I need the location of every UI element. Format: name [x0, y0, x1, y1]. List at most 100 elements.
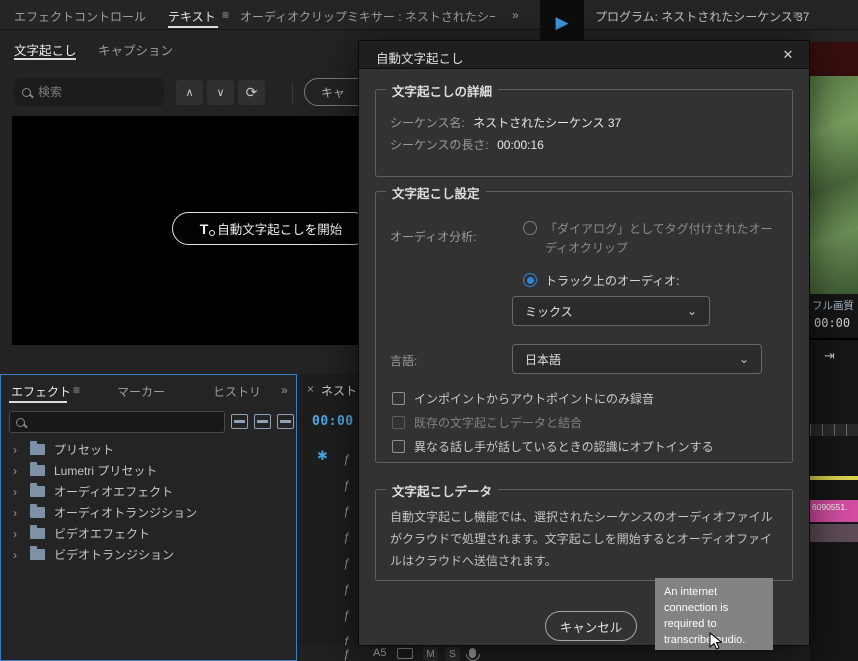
radio-unselected-icon[interactable] — [523, 221, 537, 235]
tree-item-audio-transitions[interactable]: › オーディオトランジション — [1, 502, 296, 523]
chevron-right-icon[interactable]: › — [13, 485, 21, 499]
tab-audio-clip-mixer[interactable]: オーディオクリップミキサー : ネストされたシーケ — [240, 8, 495, 25]
checkbox-icon[interactable] — [392, 392, 405, 405]
program-timecode[interactable]: 00:00 — [814, 316, 850, 330]
chevron-down-icon: ⌄ — [686, 304, 697, 318]
timeline-tab-close-icon[interactable]: × — [307, 382, 314, 396]
tree-item-presets[interactable]: › プリセット — [1, 439, 296, 460]
sequence-length-label: シーケンスの長さ: — [390, 138, 489, 152]
snap-icon[interactable]: ✱ — [317, 448, 328, 464]
radio-selected-icon[interactable] — [523, 273, 537, 287]
go-to-out-icon[interactable]: ⇥ — [824, 348, 835, 364]
checkbox-merge-existing[interactable]: 既存の文字起こしデータと結合 — [392, 414, 582, 431]
checkbox-icon[interactable] — [392, 416, 405, 429]
tree-item-label: Lumetri プリセット — [54, 464, 158, 478]
dialog-title-bar[interactable]: 自動文字起こし ✕ — [359, 41, 809, 69]
cancel-button[interactable]: キャンセル — [545, 611, 637, 641]
track-audio-dropdown-value: ミックス — [525, 304, 573, 319]
panel-overflow-chevron-icon[interactable]: » — [512, 8, 519, 22]
tree-item-label: プリセット — [54, 443, 115, 457]
find-next-button[interactable]: ∨ — [207, 80, 234, 105]
effects-panel-menu-icon[interactable]: ≡ — [73, 383, 80, 397]
tab-text[interactable]: テキスト — [168, 8, 216, 25]
dialog-close-button[interactable]: ✕ — [777, 45, 799, 65]
timeline-clip-gray[interactable] — [810, 524, 858, 542]
panel-menu-icon[interactable]: ≡ — [222, 8, 229, 22]
details-group-legend: 文字起こしの詳細 — [386, 81, 499, 100]
solo-track-button[interactable]: S — [445, 647, 460, 661]
fx-badge-icon: ƒ — [343, 556, 350, 570]
timeline-panel-sliver: × ネスト... 00:00 ✱ ƒ ƒ ƒ ƒ ƒ ƒ ƒ ƒ — [297, 374, 367, 661]
timeline-ruler[interactable] — [810, 424, 858, 436]
chevron-right-icon[interactable]: › — [13, 506, 21, 520]
sequence-length-row: シーケンスの長さ: 00:00:16 — [390, 136, 544, 153]
track-meter-icon[interactable] — [397, 648, 413, 659]
chevron-down-icon: ⌄ — [738, 352, 749, 366]
start-transcription-button[interactable]: T 自動文字起こしを開始 — [172, 212, 370, 245]
badge-filter-icon-3[interactable] — [277, 414, 294, 429]
find-previous-button[interactable]: ∧ — [176, 80, 203, 105]
timeline-clip-pink[interactable]: 6090551. — [810, 500, 858, 522]
tab-effects[interactable]: エフェクト — [11, 383, 71, 400]
tree-item-lumetri-presets[interactable]: › Lumetri プリセット — [1, 460, 296, 481]
refresh-button[interactable]: ⟳ — [238, 80, 265, 105]
checkbox-in-out-only[interactable]: インポイントからアウトポイントにのみ録音 — [392, 390, 654, 407]
transcription-details-group: 文字起こしの詳細 シーケンス名: ネストされたシーケンス 37 シーケンスの長さ… — [375, 81, 793, 177]
search-icon — [16, 417, 25, 427]
tree-item-label: ビデオエフェクト — [54, 527, 151, 541]
tab-transcript-active-underline — [14, 58, 76, 60]
tab-effect-controls[interactable]: エフェクトコントロール — [14, 8, 146, 25]
program-panel-menu-icon[interactable]: ≡ — [793, 8, 800, 22]
fx-badge-icon: ƒ — [343, 478, 350, 492]
premiere-app-window: エフェクトコントロール テキスト ≡ オーディオクリップミキサー : ネストされ… — [0, 0, 858, 661]
mute-track-button[interactable]: M — [423, 647, 438, 661]
text-panel: 文字起こし キャプション ∧ ∨ ⟳ キャ T 自動文字起こしを開始 — [0, 30, 394, 375]
play-icon: ▶ — [555, 13, 569, 32]
checkbox-speakers-label: 異なる話し手が話しているときの認識にオプトインする — [414, 440, 714, 454]
transcript-search-input[interactable] — [38, 85, 156, 99]
badge-filter-icon-2[interactable] — [254, 414, 271, 429]
chevron-right-icon[interactable]: › — [13, 548, 21, 562]
timeline-timecode[interactable]: 00:00 — [312, 414, 354, 429]
chevron-right-icon[interactable]: › — [13, 464, 21, 478]
tree-item-video-effects[interactable]: › ビデオエフェクト — [1, 523, 296, 544]
language-dropdown-value: 日本語 — [525, 352, 562, 367]
radio-option-track-audio[interactable]: トラック上のオーディオ: — [523, 272, 680, 289]
fx-badge-icon: ƒ — [343, 530, 350, 544]
language-dropdown[interactable]: 日本語 ⌄ — [512, 344, 762, 374]
track-audio-dropdown[interactable]: ミックス ⌄ — [512, 296, 710, 326]
transcription-settings-group: 文字起こし設定 オーディオ分析: 「ダイアログ」としてタグ付けされたオーディオク… — [375, 183, 793, 463]
sequence-length-value: 00:00:16 — [497, 138, 544, 152]
tree-item-audio-effects[interactable]: › オーディオエフェクト — [1, 481, 296, 502]
tab-transcript[interactable]: 文字起こし — [14, 40, 77, 59]
tab-markers[interactable]: マーカー — [117, 383, 165, 400]
checkbox-in-out-label: インポイントからアウトポイントにのみ録音 — [414, 392, 655, 406]
checkbox-icon[interactable] — [392, 440, 405, 453]
transcription-data-group: 文字起こしデータ 自動文字起こし機能では、選択されたシーケンスのオーディオファイ… — [375, 481, 793, 581]
chevron-right-icon[interactable]: › — [13, 443, 21, 457]
voiceover-record-mic-icon[interactable] — [466, 648, 480, 661]
tree-item-video-transitions[interactable]: › ビデオトランジション — [1, 544, 296, 565]
track-label: A5 — [373, 647, 387, 659]
radio-track-label: トラック上のオーディオ: — [545, 274, 680, 288]
effects-search-box[interactable] — [9, 411, 225, 433]
timeline-clip-yellow[interactable] — [810, 476, 858, 480]
start-transcription-label: 自動文字起こしを開始 — [217, 223, 343, 237]
tab-captions[interactable]: キャプション — [98, 40, 173, 59]
folder-icon — [30, 504, 45, 518]
effects-overflow-chevron-icon[interactable]: » — [281, 383, 288, 397]
timeline-track-header-row: ƒ A5 M S — [297, 645, 858, 661]
program-monitor-tab[interactable]: プログラム: ネストされたシーケンス 37 — [595, 8, 809, 25]
badge-filter-icon-1[interactable] — [231, 414, 248, 429]
playback-quality-dropdown[interactable]: フル画質 — [812, 298, 854, 313]
tree-item-label: オーディオトランジション — [54, 506, 198, 520]
radio-option-dialog-tagged[interactable]: 「ダイアログ」としてタグ付けされたオーディオクリップ — [523, 220, 781, 257]
folder-icon — [30, 525, 45, 539]
transcript-search-box[interactable] — [14, 78, 164, 106]
data-group-legend: 文字起こしデータ — [386, 481, 499, 500]
effects-search-input[interactable] — [31, 416, 218, 428]
tab-history[interactable]: ヒストリ — [213, 383, 261, 400]
chevron-right-icon[interactable]: › — [13, 527, 21, 541]
checkbox-speaker-recognition[interactable]: 異なる話し手が話しているときの認識にオプトインする — [392, 438, 714, 455]
tab-text-active-underline — [168, 26, 218, 28]
